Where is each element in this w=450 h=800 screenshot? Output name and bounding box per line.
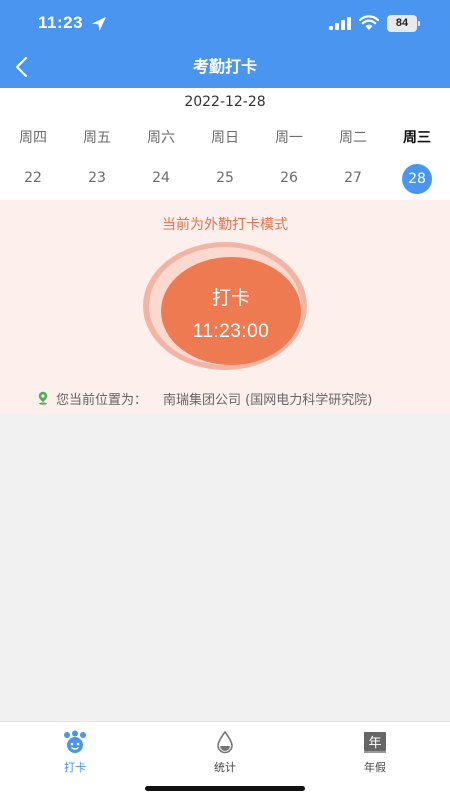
location-row: 您当前位置为： 南瑞集团公司 (国网电力科学研究院) [0, 388, 450, 408]
day-cell[interactable]: 26 [257, 164, 321, 192]
tab-statistics[interactable]: 统计 [150, 728, 300, 778]
day-number: 23 [88, 170, 106, 186]
checkin-clock: 11:23:00 [192, 321, 270, 342]
checkin-button-label: 打卡 [211, 287, 250, 309]
day-cell[interactable]: 23 [65, 164, 129, 192]
tab-label: 打卡 [64, 761, 86, 774]
checkin-button-face[interactable]: 打卡 11:23:00 [161, 257, 301, 365]
location-prefix: 您当前位置为： [56, 393, 148, 408]
current-date: 2022-12-28 [184, 94, 266, 110]
weekday-label: 周一 [275, 130, 303, 146]
tab-label: 统计 [214, 761, 236, 774]
status-time: 11:23 [38, 13, 84, 32]
day-cell[interactable]: 24 [129, 164, 193, 192]
location-value: 南瑞集团公司 (国网电力科学研究院) [163, 393, 373, 408]
day-row: 22 23 24 25 26 27 28 [0, 164, 450, 194]
droplet-icon [217, 730, 233, 754]
weekday-label: 周五 [83, 130, 111, 146]
location-pin-icon [38, 391, 48, 405]
day-cell[interactable]: 22 [1, 164, 65, 192]
tab-checkin[interactable]: 打卡 [0, 728, 150, 778]
battery-indicator: 84 [387, 15, 420, 32]
weekday-row: 周四 周五 周六 周日 周一 周二 周三 [0, 126, 450, 150]
weekday-label: 周日 [211, 130, 239, 146]
cellular-signal-icon [329, 17, 351, 30]
weekday-label: 周六 [147, 130, 175, 146]
day-number: 27 [344, 170, 362, 186]
calendar-year-icon: 年 [364, 732, 386, 753]
day-cell[interactable]: 27 [321, 164, 385, 192]
tab-annual-leave[interactable]: 年 年假 [300, 728, 450, 778]
day-number: 26 [280, 170, 298, 186]
day-number: 24 [152, 170, 170, 186]
back-button[interactable] [10, 54, 36, 80]
day-cell-selected[interactable]: 28 [385, 164, 449, 194]
day-number: 22 [24, 170, 42, 186]
app-header: 11:23 84 考勤打卡 [0, 0, 450, 88]
weekday-label: 周二 [339, 130, 367, 146]
checkin-button-ring: 打卡 11:23:00 [149, 247, 301, 365]
calendar-year-icon-text: 年 [368, 736, 381, 751]
checkin-icon [64, 730, 86, 753]
checkin-panel: 当前为外勤打卡模式 打卡 11:23:00 您当前位置为： 南瑞集团公司 (国网… [0, 200, 450, 414]
location-arrow-icon [92, 17, 106, 31]
home-indicator [145, 786, 305, 791]
checkin-button[interactable]: 打卡 11:23:00 [143, 242, 307, 370]
weekday-label-today: 周三 [403, 130, 431, 146]
nav-bar: 考勤打卡 [0, 46, 450, 88]
week-calendar: 2022-12-28 周四 周五 周六 周日 周一 周二 周三 22 23 24… [0, 88, 450, 200]
checkin-mode-text: 当前为外勤打卡模式 [162, 217, 288, 233]
selected-day-number: 28 [402, 164, 432, 194]
day-cell[interactable]: 25 [193, 164, 257, 192]
page-title: 考勤打卡 [192, 57, 257, 76]
status-bar: 11:23 84 [0, 0, 450, 46]
day-number: 25 [216, 170, 234, 186]
wifi-icon [359, 15, 379, 30]
tab-label: 年假 [364, 761, 386, 774]
weekday-label: 周四 [19, 130, 47, 146]
